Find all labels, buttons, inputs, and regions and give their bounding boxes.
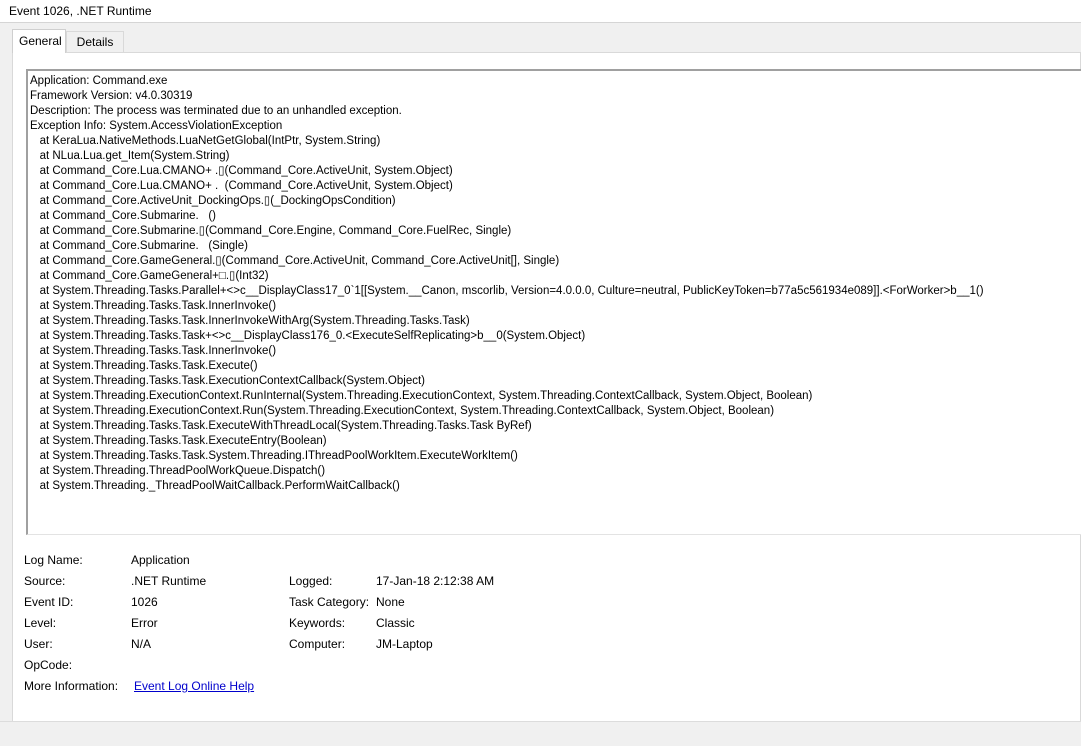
log-name-value[interactable]: Application [131,553,190,568]
source-label: Source: [24,574,66,588]
event-description-box[interactable]: Application: Command.exe Framework Versio… [26,69,1081,535]
description-line: at Command_Core.Submarine. () [30,210,216,222]
event-id-label: Event ID: [24,595,74,609]
description-line: at System.Threading.Tasks.Task.ExecuteWi… [30,420,532,432]
event-log-online-help-link[interactable]: Event Log Online Help [134,679,254,694]
bottom-bar [0,722,1081,746]
task-category-label: Task Category: [289,595,370,609]
user-value[interactable]: N/A [131,637,151,652]
description-line: at Command_Core.Submarine. (Single) [30,240,248,252]
opcode-label: OpCode: [24,658,73,672]
window-title: Event 1026, .NET Runtime [9,4,152,18]
event-id-value[interactable]: 1026 [131,595,158,610]
tab-general[interactable]: General [12,29,66,53]
description-line: at System.Threading.ThreadPoolWorkQueue.… [30,465,326,477]
user-label: User: [24,637,53,651]
description-line: at System.Threading.Tasks.Task.Execute() [30,360,258,372]
description-line: at System.Threading.Tasks.Parallel+<>c__… [30,285,984,297]
level-value[interactable]: Error [131,616,158,631]
logged-value[interactable]: 17-Jan-18 2:12:38 AM [376,574,494,589]
description-line: at System.Threading.Tasks.Task+<>c__Disp… [30,330,586,342]
description-line: Application: Command.exe [30,75,168,87]
description-line: at System.Threading.Tasks.Task.System.Th… [30,450,518,462]
description-line: at System.Threading._ThreadPoolWaitCallb… [30,480,400,492]
description-line: at Command_Core.ActiveUnit_DockingOps.▯(… [30,195,396,207]
keywords-value[interactable]: Classic [376,616,415,631]
keywords-label: Keywords: [289,616,346,630]
description-line: at Command_Core.Lua.CMANO+ .▯(Command_Co… [30,165,453,177]
description-line: at Command_Core.GameGeneral+□.▯(Int32) [30,270,269,282]
description-line: at System.Threading.Tasks.Task.InnerInvo… [30,345,277,357]
description-line: Exception Info: System.AccessViolationEx… [30,120,283,132]
description-line: at System.Threading.Tasks.Task.InnerInvo… [30,315,470,327]
computer-value[interactable]: JM-Laptop [376,637,433,652]
description-line: at Command_Core.Submarine.▯(Command_Core… [30,225,512,237]
description-line: at System.Threading.Tasks.Task.InnerInvo… [30,300,277,312]
more-information-label: More Information: [24,679,119,693]
description-line: Framework Version: v4.0.30319 [30,90,193,102]
tab-details[interactable]: Details [66,31,124,53]
description-line: Description: The process was terminated … [30,105,402,117]
log-name-label: Log Name: [24,553,83,567]
task-category-value[interactable]: None [376,595,405,610]
description-line: at NLua.Lua.get_Item(System.String) [30,150,230,162]
description-line: at System.Threading.Tasks.Task.ExecuteEn… [30,435,327,447]
description-line: at System.Threading.ExecutionContext.Run… [30,390,813,402]
description-line: at KeraLua.NativeMethods.LuaNetGetGlobal… [30,135,381,147]
level-label: Level: [24,616,57,630]
description-text: Application: Command.exe Framework Versio… [30,74,984,494]
logged-label: Logged: [289,574,333,588]
source-value[interactable]: .NET Runtime [131,574,206,589]
description-line: at System.Threading.Tasks.Task.Execution… [30,375,425,387]
description-line: at Command_Core.GameGeneral.▯(Command_Co… [30,255,560,267]
window-titlebar[interactable]: Event 1026, .NET Runtime [0,0,1081,23]
computer-label: Computer: [289,637,346,651]
description-line: at System.Threading.ExecutionContext.Run… [30,405,775,417]
description-line: at Command_Core.Lua.CMANO+ . (Command_Co… [30,180,453,192]
